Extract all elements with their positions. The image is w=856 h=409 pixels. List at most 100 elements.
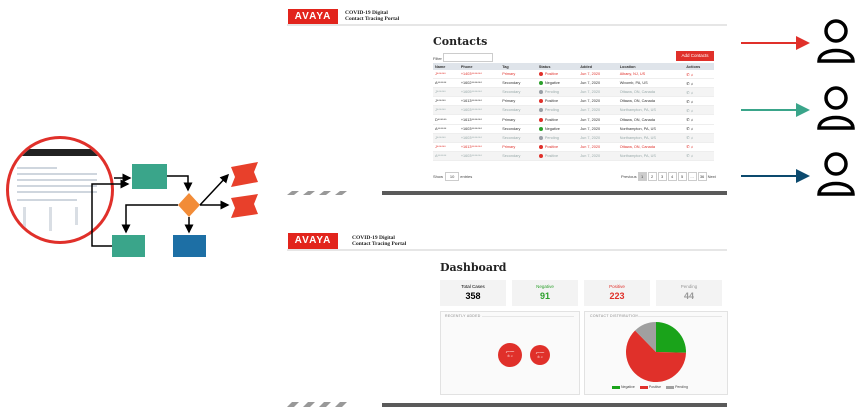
cell-actions: ✆ ♫ [684,96,714,107]
page-link[interactable]: 1 [637,172,647,181]
cell-name: J****** [433,96,459,107]
cell-phone: +1613******* [458,114,501,125]
portal-title-line2: Contact Tracing Portal [352,241,407,247]
cell-added: Jun 7, 2020 [578,78,618,89]
flow-arrow [199,173,230,206]
phone-icon[interactable]: ✆ [686,100,689,104]
cell-added: Jun 7, 2020 [578,124,618,134]
col-added[interactable]: Added [578,63,618,70]
bell-icon[interactable]: ♫ [691,109,694,113]
phone-icon[interactable]: ✆ [686,109,689,113]
phone-icon[interactable]: ✆ [686,127,689,131]
cell-status: Positive [536,151,579,161]
bell-icon[interactable]: ♫ [691,145,694,149]
phone-icon[interactable]: ✆ [686,145,689,149]
page-link[interactable]: 3 [657,172,667,181]
table-row[interactable]: A****** +1602******* Secondary Negative Jun … [433,78,714,89]
col-location[interactable]: Location [617,63,685,70]
cell-status: Positive [536,70,579,80]
cell-added: Jun 7, 2020 [578,105,618,116]
table-row[interactable]: D****** +1613******* Primary Positive Jun 7,… [433,114,714,125]
bottom-scrollbar-contacts[interactable] [287,188,727,198]
cell-phone: +1603******* [458,105,501,116]
contacts-title: Contacts [433,35,488,48]
phone-icon[interactable]: ✆ [686,118,689,122]
cell-actions: ✆ ♫ [684,70,714,80]
col-status[interactable]: Status [536,63,579,70]
phone-icon[interactable]: ✆ [686,82,689,86]
cell-location: Ottawa, ON, Canada [617,96,685,107]
phone-icon[interactable]: ✆ [686,136,689,140]
card-total-cases: Total Cases 358 [440,280,506,306]
cell-location: Ottawa, ON, Canada [617,114,685,125]
cell-name: D****** [433,114,459,125]
bell-icon[interactable]: ♫ [691,73,694,77]
bell-icon[interactable]: ♫ [691,136,694,140]
show-entries: Show 10 entries [433,172,472,181]
bell-icon[interactable]: ♫ [691,154,694,158]
bell-icon[interactable]: ♫ [691,118,694,122]
recent-contact-bubble[interactable]: J****** ✆ ♫ [498,343,522,367]
card-value: 223 [609,291,625,301]
page-link[interactable]: 36 [697,172,707,181]
page-link[interactable]: 2 [647,172,657,181]
cell-status: Negative [536,124,579,134]
bottom-scrollbar-dashboard[interactable] [287,399,727,409]
status-text: Positive [544,153,559,158]
page-link[interactable]: Previous [621,173,637,180]
status-dot-icon [538,99,543,104]
cell-location: Ottawa, ON, Canada [617,87,685,98]
cell-name: A****** [433,78,459,89]
table-row[interactable]: J****** +1613******* Primary Positive Jun 7,… [433,142,714,152]
cell-status: Positive [536,142,579,152]
legend-negative: Negative [621,385,635,389]
bell-icon[interactable]: ♫ [691,100,694,104]
page-link[interactable]: ... [687,172,697,181]
table-row[interactable]: J****** +1603******* Secondary Pending Jun 7… [433,133,714,143]
filter-input[interactable] [443,53,493,62]
cell-actions: ✆ ♫ [684,105,714,116]
table-row[interactable]: A****** +1603******* Secondary Positive Jun … [433,151,714,161]
card-positive: Positive 223 [584,280,650,306]
process-box-bottom-left [112,235,145,257]
col-actions: Actions [684,63,714,70]
table-row[interactable]: J****** +1605******* Secondary Pending Jun 7… [433,87,714,98]
cell-name: J****** [433,87,459,98]
card-pending: Pending 44 [656,280,722,306]
cell-actions: ✆ ♫ [684,133,714,143]
bell-icon[interactable]: ♫ [691,82,694,86]
recent-contact-bubble[interactable]: J****** ✆ ♫ [530,345,550,365]
cell-tag: Secondary [500,78,537,89]
table-row[interactable]: J****** +1403******* Primary Positive Jun 7,… [433,70,714,80]
entries-select[interactable]: 10 [445,172,460,181]
status-text: Pending [544,135,559,140]
output-banner-bottom [231,194,258,218]
portal-title-line2: Contact Tracing Portal [345,16,400,22]
bell-icon[interactable]: ♫ [691,127,694,131]
status-text: Positive [544,72,559,77]
cell-status: Pending [536,133,579,143]
card-value: 358 [465,291,481,301]
add-contacts-button[interactable]: Add Contacts [676,51,714,61]
table-row[interactable]: A****** +1603******* Secondary Negative Jun … [433,124,714,134]
col-name[interactable]: Name [433,63,459,70]
cell-phone: +1603******* [458,133,501,143]
cell-name: A****** [433,124,459,134]
legend-positive: Positive [648,385,662,389]
phone-icon[interactable]: ✆ [686,91,689,95]
col-tag[interactable]: Tag [500,63,537,70]
bell-icon[interactable]: ♫ [691,91,694,95]
status-dot-icon [538,90,543,95]
page-link[interactable]: 5 [677,172,687,181]
status-text: Negative [544,126,560,131]
cell-actions: ✆ ♫ [684,78,714,89]
page-link[interactable]: 4 [667,172,677,181]
table-row[interactable]: J****** +1603******* Secondary Pending Jun 7… [433,105,714,116]
phone-icon[interactable]: ✆ [686,73,689,77]
show-label: Show [433,174,444,179]
cell-status: Negative [536,78,579,89]
col-phone[interactable]: Phone [458,63,501,70]
table-row[interactable]: J****** +1613******* Primary Positive Jun 7,… [433,96,714,107]
page-link[interactable]: Next [708,173,716,180]
phone-icon[interactable]: ✆ [686,154,689,158]
